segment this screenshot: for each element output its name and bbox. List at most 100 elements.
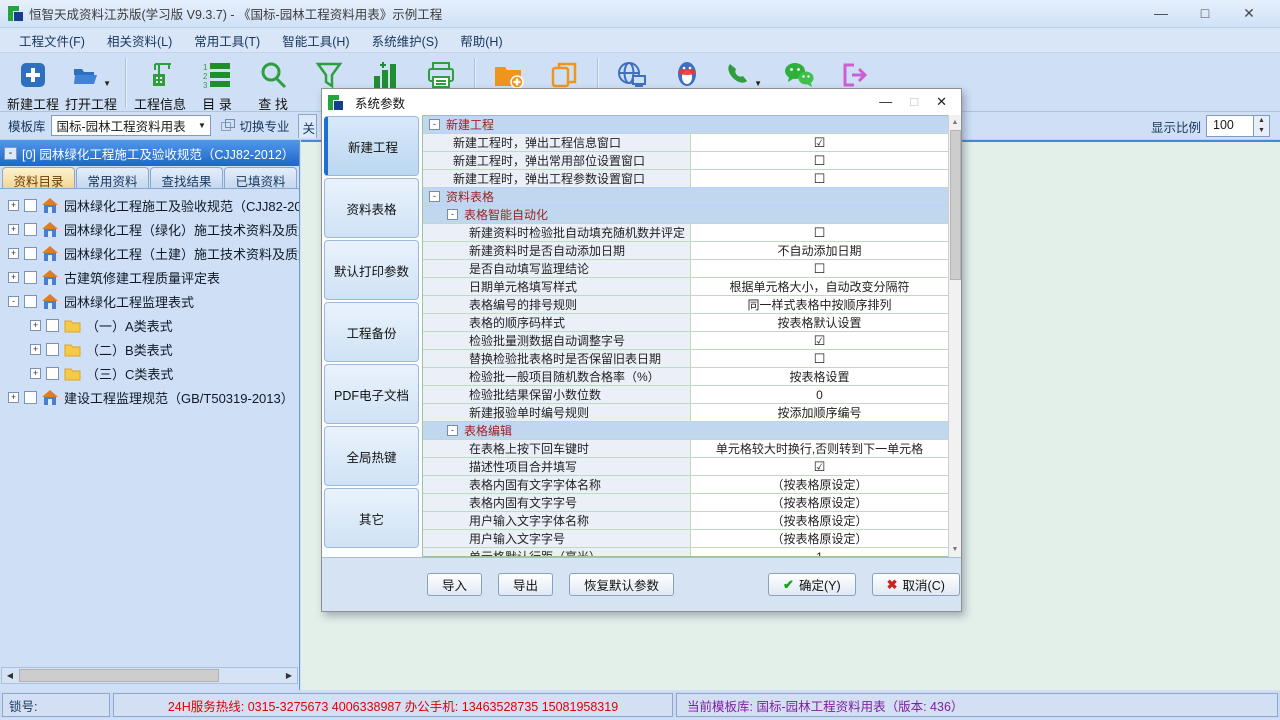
menu-item[interactable]: 常用工具(T) — [183, 28, 271, 53]
parameter-value[interactable]: （按表格原设定） — [691, 476, 948, 493]
tree-item[interactable]: + 园林绿化工程（土建）施工技术资料及质量验收 — [0, 241, 299, 265]
tree-checkbox[interactable] — [24, 271, 37, 284]
parameter-value[interactable]: 0 — [691, 386, 948, 403]
parameter-value[interactable]: 按表格默认设置 — [691, 314, 948, 331]
tree-item[interactable]: + 园林绿化工程（绿化）施工技术资料及质量验收 — [0, 217, 299, 241]
phone-dropdown-icon[interactable]: ▼ — [754, 79, 762, 88]
parameter-row[interactable]: 新建工程时，弹出工程信息窗口 ☑ — [423, 134, 948, 152]
collapse-box-icon[interactable]: - — [429, 119, 440, 130]
parameter-value[interactable]: 不自动添加日期 — [691, 242, 948, 259]
tree-checkbox[interactable] — [24, 199, 37, 212]
parameter-value[interactable]: ☐ — [691, 260, 948, 277]
selected-project-bar[interactable]: - [0] 园林绿化工程施工及验收规范（CJJ82-2012） — [0, 140, 299, 166]
dialog-tab[interactable]: 其它 — [324, 488, 419, 548]
parameter-row[interactable]: -资料表格 — [423, 188, 948, 206]
parameter-row[interactable]: 新建报验单时编号规则 按添加顺序编号 — [423, 404, 948, 422]
dialog-tab[interactable]: 默认打印参数 — [324, 240, 419, 300]
expander-icon[interactable]: + — [8, 392, 19, 403]
parameter-row[interactable]: 新建资料时检验批自动填充随机数并评定 ☐ — [423, 224, 948, 242]
scroll-down-icon[interactable]: ▼ — [952, 542, 959, 557]
dialog-vertical-scrollbar[interactable]: ▲ ▼ — [948, 115, 961, 557]
restore-defaults-button[interactable]: 恢复默认参数 — [569, 573, 674, 596]
parameter-value[interactable]: （按表格原设定） — [691, 512, 948, 529]
menu-item[interactable]: 智能工具(H) — [271, 28, 360, 53]
parameter-value[interactable]: 按添加顺序编号 — [691, 404, 948, 421]
expander-icon[interactable]: - — [8, 296, 19, 307]
open-project-button[interactable]: ▼ 打开工程 — [62, 56, 120, 115]
project-info-button[interactable]: 工程信息 — [131, 56, 189, 115]
dialog-close-button[interactable]: ✕ — [936, 94, 947, 110]
parameter-row[interactable]: -新建工程 — [423, 116, 948, 134]
menu-item[interactable]: 相关资料(L) — [96, 28, 183, 53]
tree-checkbox[interactable] — [46, 367, 59, 380]
expander-icon[interactable]: + — [30, 320, 41, 331]
dialog-tab[interactable]: 新建工程 — [324, 116, 419, 176]
expander-icon[interactable]: + — [30, 368, 41, 379]
menu-item[interactable]: 帮助(H) — [449, 28, 513, 53]
minimize-button[interactable]: — — [1152, 5, 1170, 22]
switch-major-button[interactable]: 切换专业 — [221, 116, 290, 135]
parameter-row[interactable]: 描述性项目合并填写 ☑ — [423, 458, 948, 476]
template-library-combobox[interactable]: 国标-园林工程资料用表 ▼ — [51, 115, 211, 136]
parameter-value[interactable]: ☐ — [691, 152, 948, 169]
parameter-value[interactable]: 1 — [691, 548, 948, 557]
scroll-left-icon[interactable]: ◀ — [2, 668, 18, 683]
tree-item[interactable]: - 园林绿化工程监理表式 — [0, 289, 299, 313]
tree-checkbox[interactable] — [46, 343, 59, 356]
spin-up-icon[interactable]: ▲ — [1254, 116, 1269, 126]
zoom-ratio-stepper[interactable]: ▲ ▼ — [1254, 115, 1270, 137]
expander-icon[interactable]: + — [8, 200, 19, 211]
parameter-value[interactable]: ☑ — [691, 458, 948, 475]
parameter-row[interactable]: 检验批结果保留小数位数 0 — [423, 386, 948, 404]
tree-checkbox[interactable] — [24, 295, 37, 308]
dialog-tab[interactable]: PDF电子文档 — [324, 364, 419, 424]
open-project-dropdown-icon[interactable]: ▼ — [103, 79, 111, 88]
collapse-box-icon[interactable]: - — [447, 425, 458, 436]
tree-item[interactable]: + 园林绿化工程施工及验收规范（CJJ82-2012） — [0, 193, 299, 217]
parameter-row[interactable]: -表格智能自动化 — [423, 206, 948, 224]
parameter-row[interactable]: 表格编号的排号规则 同一样式表格中按顺序排列 — [423, 296, 948, 314]
tree-checkbox[interactable] — [24, 391, 37, 404]
dialog-tab[interactable]: 工程备份 — [324, 302, 419, 362]
tree-item[interactable]: + 古建筑修建工程质量评定表 — [0, 265, 299, 289]
import-button[interactable]: 导入 — [427, 573, 482, 596]
parameter-row[interactable]: 用户输入文字字号 （按表格原设定） — [423, 530, 948, 548]
scroll-right-icon[interactable]: ▶ — [281, 668, 297, 683]
parameter-row[interactable]: 新建资料时是否自动添加日期 不自动添加日期 — [423, 242, 948, 260]
expander-icon[interactable]: + — [8, 272, 19, 283]
panel-tab[interactable]: 查找结果 — [150, 167, 223, 188]
menu-item[interactable]: 工程文件(F) — [8, 28, 96, 53]
spin-down-icon[interactable]: ▼ — [1254, 126, 1269, 136]
tree-item[interactable]: + （一）A类表式 — [0, 313, 299, 337]
scrollbar-thumb[interactable] — [19, 669, 219, 682]
export-button[interactable]: 导出 — [498, 573, 553, 596]
parameter-value[interactable]: （按表格原设定） — [691, 530, 948, 547]
expander-icon[interactable]: + — [8, 248, 19, 259]
parameter-row[interactable]: 表格内固有文字字号 （按表格原设定） — [423, 494, 948, 512]
tree-item[interactable]: + 建设工程监理规范（GB/T50319-2013） — [0, 385, 299, 409]
parameter-row[interactable]: 检验批一般项目随机数合格率（%） 按表格设置 — [423, 368, 948, 386]
zoom-ratio-input[interactable]: 100 — [1206, 115, 1254, 137]
parameter-row[interactable]: 新建工程时，弹出工程参数设置窗口 ☐ — [423, 170, 948, 188]
tree-checkbox[interactable] — [24, 223, 37, 236]
parameter-value[interactable]: （按表格原设定） — [691, 494, 948, 511]
chevron-down-icon[interactable]: ▼ — [195, 121, 210, 130]
parameter-row[interactable]: 在表格上按下回车键时 单元格较大时换行,否则转到下一单元格 — [423, 440, 948, 458]
dialog-maximize-button[interactable]: □ — [910, 94, 918, 110]
expander-icon[interactable]: + — [30, 344, 41, 355]
collapse-project-button[interactable]: - — [4, 147, 17, 160]
parameter-row[interactable]: 日期单元格填写样式 根据单元格大小，自动改变分隔符 — [423, 278, 948, 296]
tree-item[interactable]: + （三）C类表式 — [0, 361, 299, 385]
parameter-row[interactable]: 单元格默认行距（毫米） 1 — [423, 548, 948, 557]
catalog-button[interactable]: 123 目 录 — [189, 56, 245, 115]
parameter-value[interactable]: ☐ — [691, 350, 948, 367]
scrollbar-thumb[interactable] — [950, 130, 961, 280]
dialog-tab[interactable]: 资料表格 — [324, 178, 419, 238]
parameter-row[interactable]: -表格编辑 — [423, 422, 948, 440]
panel-tab[interactable]: 已填资料 — [224, 167, 297, 188]
dialog-minimize-button[interactable]: — — [879, 94, 892, 110]
new-project-button[interactable]: 新建工程 — [4, 56, 62, 115]
panel-tab[interactable]: 资料目录 — [2, 167, 75, 188]
parameter-row[interactable]: 表格的顺序码样式 按表格默认设置 — [423, 314, 948, 332]
parameter-row[interactable]: 用户输入文字字体名称 （按表格原设定） — [423, 512, 948, 530]
